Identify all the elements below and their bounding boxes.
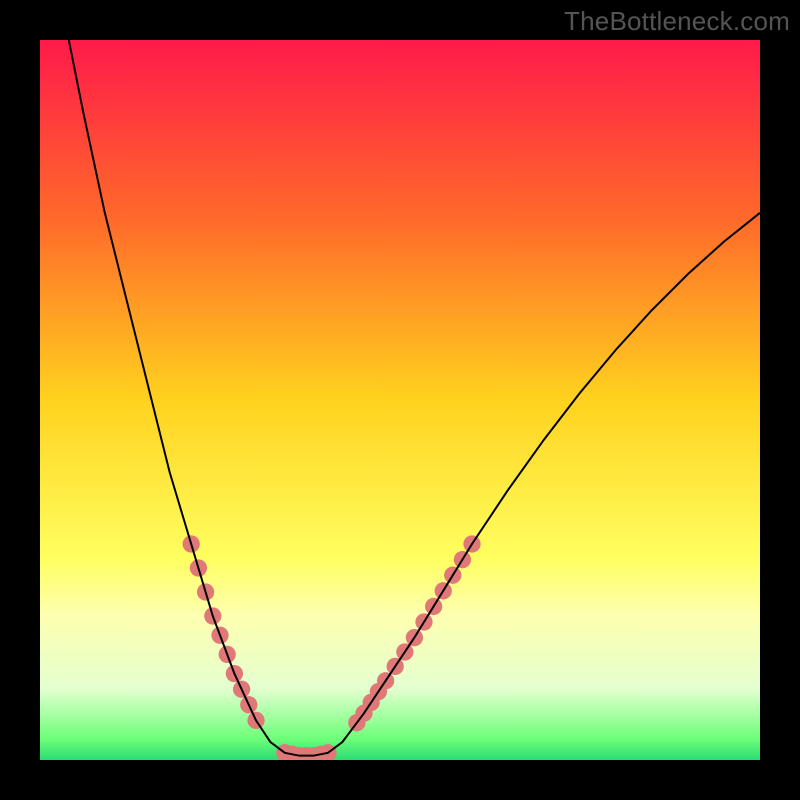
chart-frame: TheBottleneck.com	[0, 0, 800, 800]
data-curves	[40, 40, 760, 760]
watermark-text: TheBottleneck.com	[564, 6, 790, 37]
curve-line	[69, 40, 760, 756]
plot-area	[40, 40, 760, 760]
marker-dots	[183, 535, 481, 760]
